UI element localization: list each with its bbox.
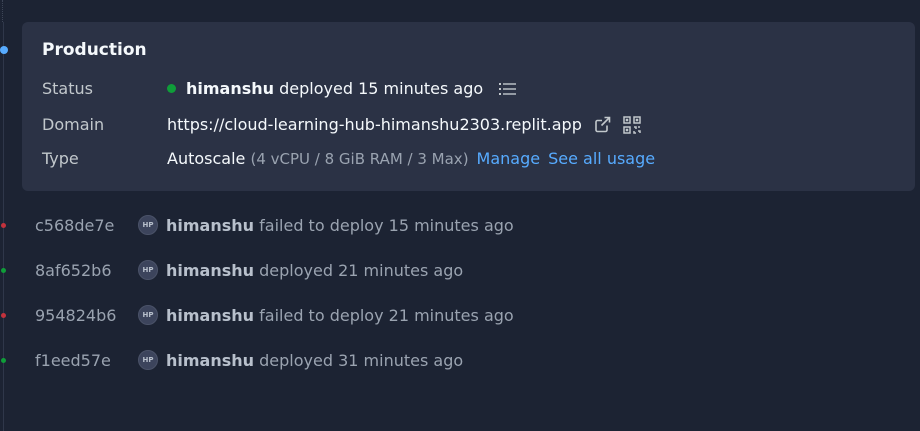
see-all-usage-link[interactable]: See all usage <box>548 149 655 168</box>
avatar: HP <box>138 305 158 325</box>
history-text: himanshu failed to deploy 15 minutes ago <box>166 216 514 235</box>
avatar: HP <box>138 260 158 280</box>
type-name: Autoscale <box>167 149 246 168</box>
commit-hash: 8af652b6 <box>35 260 112 280</box>
success-status-dot <box>1 358 6 363</box>
history-row[interactable]: c568de7e HP himanshu failed to deploy 15… <box>0 212 900 238</box>
history-row[interactable]: f1eed57e HP himanshu deployed 31 minutes… <box>0 347 900 373</box>
failed-status-dot <box>1 313 6 318</box>
history-row[interactable]: 954824b6 HP himanshu failed to deploy 21… <box>0 302 900 328</box>
commit-hash: 954824b6 <box>35 305 117 325</box>
qr-code-icon[interactable] <box>623 115 641 134</box>
type-detail: (4 vCPU / 8 GiB RAM / 3 Max) <box>250 149 469 168</box>
history-text: himanshu failed to deploy 21 minutes ago <box>166 306 514 325</box>
type-label: Type <box>42 149 79 168</box>
active-deployment-dot <box>0 46 8 54</box>
deployments-page: Production Status himanshu deployed 15 m… <box>0 0 920 431</box>
history-user: himanshu <box>166 215 255 235</box>
external-link-icon[interactable] <box>594 116 611 133</box>
manage-link[interactable]: Manage <box>477 149 541 168</box>
history-message: failed to deploy 21 minutes ago <box>259 305 514 325</box>
history-user: himanshu <box>166 260 255 280</box>
status-text: deployed 15 minutes ago <box>279 79 484 98</box>
avatar: HP <box>138 215 158 235</box>
domain-link[interactable]: https://cloud-learning-hub-himanshu2303.… <box>167 115 582 134</box>
history-message: deployed 21 minutes ago <box>259 260 464 280</box>
type-value: Autoscale (4 vCPU / 8 GiB RAM / 3 Max) M… <box>167 149 655 168</box>
history-message: failed to deploy 15 minutes ago <box>259 215 514 235</box>
domain-value: https://cloud-learning-hub-himanshu2303.… <box>167 115 641 134</box>
history-message: deployed 31 minutes ago <box>259 350 464 370</box>
avatar: HP <box>138 350 158 370</box>
history-text: himanshu deployed 31 minutes ago <box>166 351 463 370</box>
history-user: himanshu <box>166 305 255 325</box>
production-title: Production <box>42 40 147 60</box>
status-label: Status <box>42 79 93 98</box>
commit-hash: c568de7e <box>35 215 115 235</box>
domain-label: Domain <box>42 115 105 134</box>
success-status-dot <box>1 268 6 273</box>
status-success-dot <box>167 84 176 93</box>
list-icon[interactable] <box>499 82 517 96</box>
status-user: himanshu <box>186 79 275 98</box>
history-row[interactable]: 8af652b6 HP himanshu deployed 21 minutes… <box>0 257 900 283</box>
failed-status-dot <box>1 223 6 228</box>
history-text: himanshu deployed 21 minutes ago <box>166 261 463 280</box>
production-card: Production Status himanshu deployed 15 m… <box>22 22 915 191</box>
timeline-rail-top <box>2 0 5 22</box>
commit-hash: f1eed57e <box>35 350 111 370</box>
status-value: himanshu deployed 15 minutes ago <box>167 79 517 98</box>
history-user: himanshu <box>166 350 255 370</box>
